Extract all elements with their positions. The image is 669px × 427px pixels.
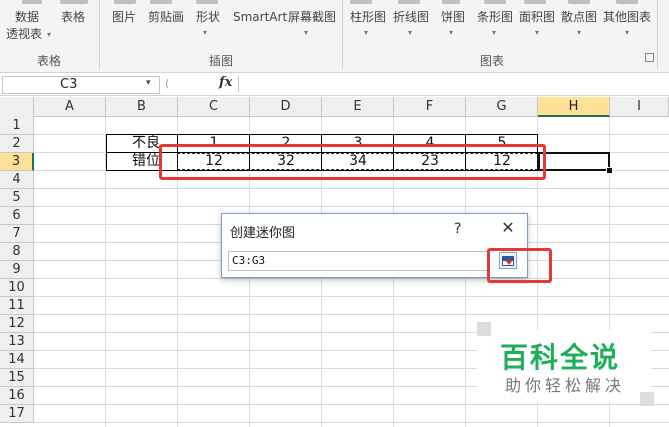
scatter-chart-icon	[568, 0, 590, 4]
picture-icon	[114, 0, 136, 4]
active-cell-h3[interactable]	[538, 152, 610, 171]
row-header-14[interactable]: 14	[0, 351, 34, 369]
ribbon-btn-pivot-line1[interactable]: 数据	[15, 10, 39, 24]
close-icon[interactable]: ✕	[498, 218, 518, 238]
ribbon-group-illustrations: 插图	[209, 54, 234, 68]
ribbon-btn-line-chart[interactable]: 折线图	[393, 10, 429, 24]
column-chart-icon	[350, 0, 372, 4]
line-chart-icon	[398, 0, 420, 4]
ribbon-btn-pie-chart[interactable]: 饼图	[441, 10, 465, 24]
create-sparklines-dialog: 创建迷你图 ? ✕ C3:G3 ⋰	[221, 213, 528, 278]
ribbon-group-charts: 图表	[480, 54, 505, 68]
watermark-tagline: 助你轻松解决	[505, 376, 626, 395]
ribbon-separator	[342, 0, 343, 70]
ribbon-btn-smartart[interactable]: SmartArt	[233, 10, 287, 24]
gridline	[34, 404, 669, 405]
chevron-down-icon: ▾	[449, 28, 454, 37]
ribbon-separator	[657, 0, 658, 70]
ribbon-btn-clipart[interactable]: 剪贴画	[148, 10, 184, 24]
gridline	[34, 188, 669, 189]
row-header-13[interactable]: 13	[0, 333, 34, 351]
chevron-down-icon: ▾	[304, 28, 309, 37]
ribbon-btn-column-chart[interactable]: 柱形图	[350, 10, 386, 24]
ribbon-btn-screenshot[interactable]: 屏幕截图	[288, 10, 336, 24]
row-header-3[interactable]: 3	[0, 153, 34, 171]
watermark-logo-text: 百科全说	[500, 341, 621, 374]
pivot-table-icon	[22, 0, 42, 4]
ribbon-btn-area-chart[interactable]: 面积图	[519, 10, 555, 24]
ribbon-btn-table[interactable]: 表格	[61, 10, 85, 24]
gridline	[34, 314, 669, 315]
gridline	[34, 206, 669, 207]
insert-function-icon[interactable]: fx	[219, 75, 232, 90]
help-icon[interactable]: ?	[454, 221, 461, 237]
chevron-down-icon: ▾	[364, 28, 369, 37]
chevron-down-icon: ▾	[625, 28, 630, 37]
column-header-b[interactable]: B	[106, 97, 178, 117]
highlight-range-box	[159, 144, 546, 180]
highlight-button-box	[487, 248, 552, 283]
data-range-input[interactable]: C3:G3	[228, 251, 490, 271]
formula-bar-grip-icon: (	[165, 77, 170, 90]
select-all-corner[interactable]	[0, 97, 34, 118]
ribbon-btn-other-charts[interactable]: 其他图表	[603, 10, 651, 24]
chevron-down-icon: ▾	[535, 28, 540, 37]
gridline	[34, 278, 669, 279]
row-header-9[interactable]: 9	[0, 261, 34, 279]
watermark-decor	[640, 392, 654, 406]
gridline	[34, 296, 669, 297]
column-header-e[interactable]: E	[322, 97, 394, 117]
ribbon-separator	[99, 0, 100, 70]
pie-chart-icon	[442, 0, 460, 4]
column-header-i[interactable]: I	[610, 97, 669, 117]
ribbon: 数据 透视表 ▾ 表格 图片 剪贴画 形状 ▾ SmartArt 屏幕截图 ▾ …	[0, 0, 669, 73]
row-header-1[interactable]: 1	[0, 117, 34, 135]
row-header-4[interactable]: 4	[0, 171, 34, 189]
name-box[interactable]	[2, 76, 160, 94]
name-box-value: C3	[60, 77, 78, 92]
row-header-5[interactable]: 5	[0, 189, 34, 207]
row-header-6[interactable]: 6	[0, 207, 34, 225]
bar-chart-icon	[484, 0, 506, 4]
row-header-7[interactable]: 7	[0, 225, 34, 243]
watermark-decor	[477, 322, 491, 336]
chevron-down-icon: ▾	[492, 28, 497, 37]
column-header-h[interactable]: H	[538, 97, 610, 117]
row-header-10[interactable]: 10	[0, 279, 34, 297]
ribbon-group-tables: 表格	[37, 54, 62, 68]
chevron-down-icon: ▾	[577, 28, 582, 37]
dialog-title: 创建迷你图	[230, 226, 296, 241]
dialog-launcher-icon[interactable]	[645, 53, 654, 62]
ribbon-btn-pivot-line2[interactable]: 透视表	[6, 27, 42, 41]
chevron-down-icon[interactable]: ▾	[146, 78, 151, 88]
column-header-g[interactable]: G	[466, 97, 538, 117]
ribbon-btn-scatter-chart[interactable]: 散点图	[561, 10, 597, 24]
row-header-12[interactable]: 12	[0, 315, 34, 333]
chevron-down-icon: ▾	[47, 30, 52, 39]
row-header-11[interactable]: 11	[0, 297, 34, 315]
column-header-c[interactable]: C	[178, 97, 250, 117]
row-header-2[interactable]: 2	[0, 135, 34, 153]
row-header-17[interactable]: 17	[0, 405, 34, 423]
shapes-icon	[196, 0, 218, 4]
row-header-15[interactable]: 15	[0, 369, 34, 387]
column-header-d[interactable]: D	[250, 97, 322, 117]
column-header-a[interactable]: A	[34, 97, 106, 117]
row-header-8[interactable]: 8	[0, 243, 34, 261]
column-header-f[interactable]: F	[394, 97, 466, 117]
ribbon-btn-bar-chart[interactable]: 条形图	[477, 10, 513, 24]
fill-handle[interactable]	[606, 167, 613, 174]
ribbon-btn-shapes[interactable]: 形状	[196, 10, 220, 24]
table-icon	[60, 0, 88, 4]
area-chart-icon	[524, 0, 546, 4]
ribbon-btn-picture[interactable]: 图片	[112, 10, 136, 24]
chevron-down-icon: ▾	[203, 28, 208, 37]
gridline	[34, 422, 669, 423]
clipart-icon	[150, 0, 172, 4]
row-header-16[interactable]: 16	[0, 387, 34, 405]
other-charts-icon	[616, 0, 638, 4]
formula-input[interactable]	[238, 76, 669, 92]
chevron-down-icon: ▾	[408, 28, 413, 37]
